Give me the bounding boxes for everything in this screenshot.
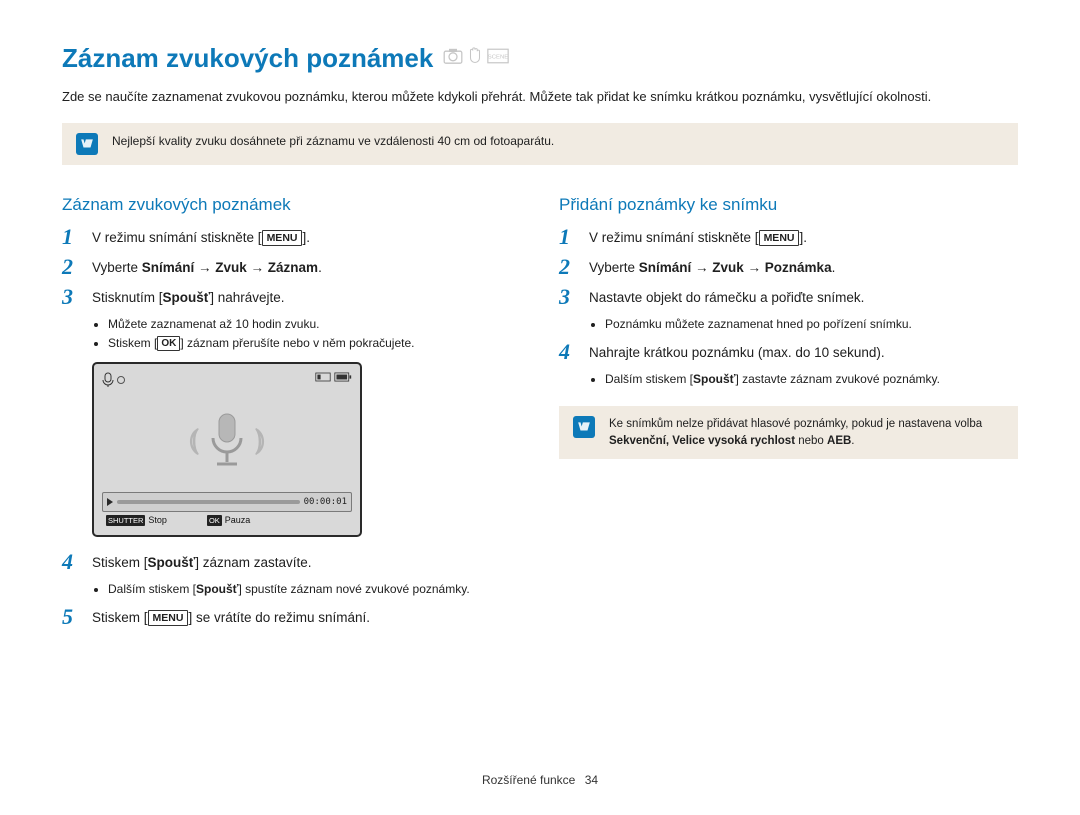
progress-bar: 00:00:01 [102,492,352,513]
step-text: Stiskem [MENU] se vrátíte do režimu sním… [92,606,370,628]
left-step-1: 1 V režimu snímání stiskněte [MENU]. [62,226,521,248]
card-icon [315,372,331,382]
two-column-layout: Záznam zvukových poznámek 1 V režimu sní… [62,193,1018,636]
left-step-3: 3 Stisknutím [Spoušť] nahrávejte. [62,286,521,308]
left-step-4-bullets: Dalším stiskem [Spoušť] spustíte záznam … [108,581,521,598]
mic-indicator-icon [102,372,125,388]
menu-button-icon: MENU [262,230,303,246]
hand-icon [467,46,483,71]
top-tip-box: Nejlepší kvality zvuku dosáhnete při záz… [62,123,1018,165]
right-step-1: 1 V režimu snímání stiskněte [MENU]. [559,226,1018,248]
right-tip-text: Ke snímkům nelze přidávat hlasové poznám… [609,416,1004,449]
ok-button-icon: OK [157,336,180,351]
left-step-3-bullets: Můžete zaznamenat až 10 hodin zvuku. Sti… [108,316,521,352]
list-item: Poznámku můžete zaznamenat hned po poříz… [605,316,1018,333]
sound-wave-right-icon: ⦆ [255,419,265,461]
step-text: Nahrajte krátkou poznámku (max. do 10 se… [589,341,885,363]
intro-paragraph: Zde se naučíte zaznamenat zvukovou pozná… [62,88,1018,106]
step-text: V režimu snímání stiskněte [MENU]. [589,226,807,248]
title-mode-icons: SCENE [443,46,509,71]
step-number: 5 [62,606,80,628]
step-number: 1 [62,226,80,248]
right-step-3-bullets: Poznámku můžete zaznamenat hned po poříz… [605,316,1018,333]
step-text: Stisknutím [Spoušť] nahrávejte. [92,286,285,308]
title-row: Záznam zvukových poznámek SCENE [62,40,1018,76]
top-tip-text: Nejlepší kvality zvuku dosáhnete při záz… [112,133,554,150]
left-step-2: 2 Vyberte Snímání → Zvuk → Záznam. [62,256,521,278]
status-icons [315,372,352,382]
left-step-5: 5 Stiskem [MENU] se vrátíte do režimu sn… [62,606,521,628]
step-number: 3 [559,286,577,308]
scene-icon: SCENE [487,46,509,71]
list-item: Stiskem [OK] záznam přerušíte nebo v něm… [108,335,521,352]
sound-wave-left-icon: ⦅ [189,419,199,461]
list-item: Můžete zaznamenat až 10 hodin zvuku. [108,316,521,333]
left-heading: Záznam zvukových poznámek [62,193,521,217]
menu-button-icon: MENU [148,610,189,626]
list-item: Dalším stiskem [Spoušť] spustíte záznam … [108,581,521,598]
step-number: 4 [62,551,80,573]
step-number: 4 [559,341,577,363]
step-text: V režimu snímání stiskněte [MENU]. [92,226,310,248]
step-number: 3 [62,286,80,308]
figure-top-row [102,372,352,388]
step-text: Vyberte Snímání → Zvuk → Poznámka. [589,256,835,278]
right-tip-box: Ke snímkům nelze přidávat hlasové poznám… [559,406,1018,459]
menu-button-icon: MENU [759,230,800,246]
camera-icon [443,46,463,71]
step-number: 1 [559,226,577,248]
list-item: Dalším stiskem [Spoušť] zastavte záznam … [605,371,1018,388]
step-text: Vyberte Snímání → Zvuk → Záznam. [92,256,322,278]
right-step-3: 3 Nastavte objekt do rámečku a pořiďte s… [559,286,1018,308]
play-icon [107,498,113,506]
step-number: 2 [559,256,577,278]
figure-button-hints: SHUTTERStop OKPauza [102,512,352,527]
left-step-4: 4 Stiskem [Spoušť] záznam zastavíte. [62,551,521,573]
mic-graphic: ⦅ ⦆ [102,388,352,492]
page-footer: Rozšířené funkce 34 [0,772,1080,789]
left-column: Záznam zvukových poznámek 1 V režimu sní… [62,193,521,636]
right-step-4: 4 Nahrajte krátkou poznámku (max. do 10 … [559,341,1018,363]
step-text: Nastavte objekt do rámečku a pořiďte sní… [589,286,864,308]
step-text: Stiskem [Spoušť] záznam zastavíte. [92,551,312,573]
step-number: 2 [62,256,80,278]
page-number: 34 [585,773,598,787]
right-step-2: 2 Vyberte Snímání → Zvuk → Poznámka. [559,256,1018,278]
right-heading: Přidání poznámky ke snímku [559,193,1018,217]
page-title: Záznam zvukových poznámek [62,40,433,76]
svg-text:SCENE: SCENE [488,54,508,60]
microphone-icon [205,410,249,470]
recording-screen-figure: ⦅ ⦆ 00:00:01 SHUTTERStop OKPau [92,362,362,537]
footer-section: Rozšířené funkce [482,773,575,787]
right-column: Přidání poznámky ke snímku 1 V režimu sn… [559,193,1018,636]
right-step-4-bullets: Dalším stiskem [Spoušť] zastavte záznam … [605,371,1018,388]
elapsed-time: 00:00:01 [304,496,347,509]
info-icon [76,133,98,155]
info-icon [573,416,595,438]
battery-icon [334,372,352,382]
